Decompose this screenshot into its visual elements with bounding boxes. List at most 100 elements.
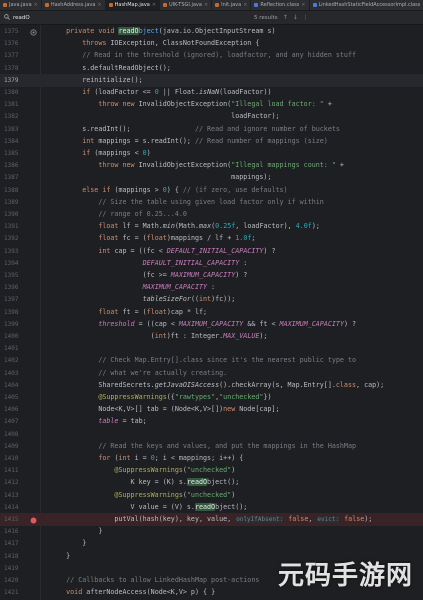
line-number[interactable]: 1415	[4, 513, 24, 526]
code-line[interactable]: 1393 int cap = ((fc < DEFAULT_INITIAL_CA…	[0, 245, 423, 258]
code-line[interactable]: 1391 float lf = Math.min(Math.max(0.25f,…	[0, 220, 423, 233]
code-line[interactable]: 1401	[0, 342, 423, 355]
line-number[interactable]: 1376	[4, 37, 24, 50]
code-line[interactable]: 1379 reinitialize();	[0, 73, 423, 87]
code-line[interactable]: 1386 throw new InvalidObjectException("I…	[0, 159, 423, 172]
code-line[interactable]: 1415 putVal(hash(key), key, value, onlyI…	[0, 513, 423, 526]
line-number[interactable]: 1406	[4, 403, 24, 416]
line-number[interactable]: 1412	[4, 476, 24, 489]
line-number[interactable]: 1381	[4, 98, 24, 111]
code-line[interactable]: 1400 (int)ft : Integer.MAX_VALUE);	[0, 330, 423, 343]
line-number[interactable]: 1393	[4, 245, 24, 258]
line-number[interactable]: 1395	[4, 269, 24, 282]
line-number[interactable]: 1405	[4, 391, 24, 404]
editor-tab[interactable]: HashAddress.java ×	[42, 0, 106, 10]
close-tab-icon[interactable]: ×	[34, 2, 38, 8]
line-number[interactable]: 1380	[4, 86, 24, 99]
code-line[interactable]: 1407 table = tab;	[0, 415, 423, 428]
close-tab-icon[interactable]: ×	[204, 2, 208, 8]
line-number[interactable]: 1411	[4, 464, 24, 477]
line-number[interactable]: 1418	[4, 550, 24, 563]
search-query[interactable]: readO	[13, 15, 30, 21]
line-number[interactable]: 1398	[4, 306, 24, 319]
line-number[interactable]: 1397	[4, 293, 24, 306]
line-number[interactable]: 1392	[4, 232, 24, 245]
line-number[interactable]: 1413	[4, 489, 24, 502]
code-line[interactable]: 1409 // Read the keys and values, and pu…	[0, 440, 423, 453]
line-number[interactable]: 1388	[4, 184, 24, 197]
line-number[interactable]: 1401	[4, 342, 24, 355]
editor-tab[interactable]: HashMap.java ×	[105, 0, 161, 10]
line-number[interactable]: 1404	[4, 379, 24, 392]
code-line[interactable]: 1378 s.defaultReadObject();	[0, 62, 423, 75]
code-line[interactable]: 1377 // Read in the threshold (ignored),…	[0, 49, 423, 62]
code-line[interactable]: 1417 }	[0, 537, 423, 550]
close-tab-icon[interactable]: ×	[243, 2, 247, 8]
line-number[interactable]: 1402	[4, 354, 24, 367]
line-number[interactable]: 1416	[4, 525, 24, 538]
editor-tab[interactable]: Init.java ×	[212, 0, 252, 10]
line-number[interactable]: 1419	[4, 562, 24, 575]
line-number[interactable]: 1382	[4, 110, 24, 123]
code-line[interactable]: 1416 }	[0, 525, 423, 538]
search-field[interactable]: readO	[4, 13, 224, 22]
line-number[interactable]: 1399	[4, 318, 24, 331]
code-line[interactable]: 1380 if (loadFactor <= 0 || Float.isNaN(…	[0, 86, 423, 99]
code-line[interactable]: 1403 // what we're actually creating.	[0, 367, 423, 380]
line-number[interactable]: 1408	[4, 428, 24, 441]
line-number[interactable]: 1421	[4, 586, 24, 599]
line-number[interactable]: 1400	[4, 330, 24, 343]
line-number[interactable]: 1396	[4, 281, 24, 294]
line-number[interactable]: 1407	[4, 415, 24, 428]
code-line[interactable]: 1395 (fc >= MAXIMUM_CAPACITY) ?	[0, 269, 423, 282]
code-line[interactable]: 1397 tableSizeFor((int)fc));	[0, 293, 423, 306]
line-number[interactable]: 1377	[4, 49, 24, 62]
close-tab-icon[interactable]: ×	[152, 2, 156, 8]
line-number[interactable]: 1409	[4, 440, 24, 453]
code-line[interactable]: 1384 int mappings = s.readInt(); // Read…	[0, 135, 423, 148]
editor-tab[interactable]: Reflection.class ×	[251, 0, 310, 10]
code-line[interactable]: 1389 // Size the table using given load …	[0, 196, 423, 209]
code-line[interactable]: 1406 Node<K,V>[] tab = (Node<K,V>[])new …	[0, 403, 423, 416]
line-number[interactable]: 1417	[4, 537, 24, 550]
previous-occurrence-icon[interactable]: ↑	[283, 14, 288, 21]
line-number[interactable]: 1414	[4, 501, 24, 514]
line-number[interactable]: 1394	[4, 257, 24, 270]
code-line[interactable]: 1410 for (int i = 0; i < mappings; i++) …	[0, 452, 423, 465]
close-tab-icon[interactable]: ×	[301, 2, 305, 8]
code-line[interactable]: 1385 if (mappings < 0)	[0, 147, 423, 160]
line-number[interactable]: 1386	[4, 159, 24, 172]
code-line[interactable]: 1408	[0, 428, 423, 441]
line-number[interactable]: 1375	[4, 25, 24, 38]
code-line[interactable]: 1405 @SuppressWarnings({"rawtypes","unch…	[0, 391, 423, 404]
line-number[interactable]: 1378	[4, 62, 24, 75]
line-number[interactable]: 1385	[4, 147, 24, 160]
code-line[interactable]: 1387 mappings);	[0, 171, 423, 184]
code-line[interactable]: 1381 throw new InvalidObjectException("I…	[0, 98, 423, 111]
code-line[interactable]: 1411 @SuppressWarnings("unchecked")	[0, 464, 423, 477]
close-tab-icon[interactable]: ×	[97, 2, 101, 8]
overrides-method-icon[interactable]	[30, 28, 37, 36]
editor-tab[interactable]: UIK-TSGI.java ×	[160, 0, 213, 10]
line-number[interactable]: 1410	[4, 452, 24, 465]
code-line[interactable]: 1398 float ft = (float)cap * lf;	[0, 306, 423, 319]
line-number[interactable]: 1389	[4, 196, 24, 209]
line-number[interactable]: 1387	[4, 171, 24, 184]
code-line[interactable]: 1413 @SuppressWarnings("unchecked")	[0, 489, 423, 502]
code-line[interactable]: 1402 // Check Map.Entry[].class since it…	[0, 354, 423, 367]
code-line[interactable]: 1375 private void readObject(java.io.Obj…	[0, 25, 423, 38]
code-line[interactable]: 1414 V value = (V) s.readObject();	[0, 501, 423, 514]
editor-tab[interactable]: Java.java ×	[0, 0, 42, 10]
line-number[interactable]: 1383	[4, 123, 24, 136]
code-line[interactable]: 1404 SharedSecrets.getJavaOISAccess().ch…	[0, 379, 423, 392]
filter-icon[interactable]: ⋮	[303, 14, 309, 21]
code-line[interactable]: 1399 threshold = ((cap < MAXIMUM_CAPACIT…	[0, 318, 423, 331]
editor-tab[interactable]: LinkedHashStaticFieldAccessorImpl.class×	[310, 0, 423, 10]
code-line[interactable]: 1396 MAXIMUM_CAPACITY :	[0, 281, 423, 294]
code-line[interactable]: 1412 K key = (K) s.readObject();	[0, 476, 423, 489]
code-line[interactable]: 1392 float fc = (float)mappings / lf + 1…	[0, 232, 423, 245]
line-number[interactable]: 1384	[4, 135, 24, 148]
code-line[interactable]: 1388 else if (mappings > 0) { // (if zer…	[0, 184, 423, 197]
code-line[interactable]: 1390 // range of 0.25...4.0	[0, 208, 423, 221]
code-editor[interactable]: 1375 private void readObject(java.io.Obj…	[0, 25, 423, 600]
